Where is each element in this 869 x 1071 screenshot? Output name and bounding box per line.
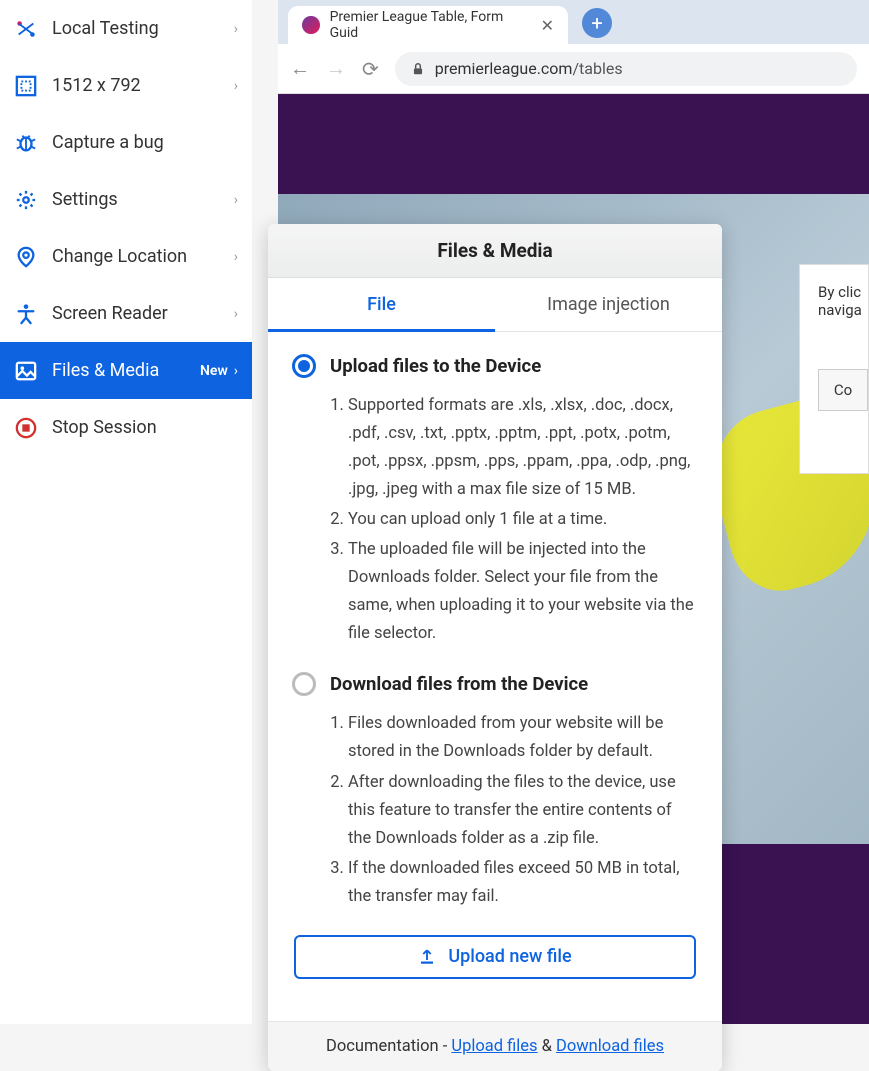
chevron-right-icon: › — [234, 249, 238, 265]
doc-label: Documentation — [326, 1037, 439, 1056]
close-icon[interactable]: ✕ — [541, 16, 554, 35]
sidebar-item-label: Files & Media — [52, 360, 192, 381]
url-domain: premierleague.com — [435, 59, 573, 78]
sidebar-item-change-location[interactable]: Change Location › — [0, 228, 252, 285]
sidebar-item-label: Local Testing — [52, 18, 234, 39]
link-download-files[interactable]: Download files — [556, 1037, 664, 1056]
cookie-text: naviga — [818, 301, 868, 319]
radio-icon[interactable] — [292, 672, 316, 696]
shuffle-icon — [14, 17, 38, 41]
sidebar-item-resolution[interactable]: 1512 x 792 › — [0, 57, 252, 114]
tab-image-injection[interactable]: Image injection — [495, 278, 722, 331]
chevron-right-icon: › — [234, 306, 238, 322]
panel-footer: Documentation - Upload files & Download … — [268, 1021, 722, 1071]
url-path: /tables — [572, 59, 622, 78]
url-bar: ← → ⟳ premierleague.com/tables — [278, 44, 869, 94]
bug-icon — [14, 131, 38, 155]
lock-icon — [411, 62, 425, 76]
sidebar-item-capture-bug[interactable]: Capture a bug — [0, 114, 252, 171]
panel-body: Upload files to the Device Supported for… — [268, 332, 722, 1021]
sidebar-item-settings[interactable]: Settings › — [0, 171, 252, 228]
upload-button-label: Upload new file — [448, 946, 571, 967]
pin-icon — [14, 245, 38, 269]
option-title: Download files from the Device — [330, 673, 588, 695]
radio-icon[interactable] — [292, 354, 316, 378]
sidebar-item-files-media[interactable]: Files & Media New › — [0, 342, 252, 399]
sidebar: Local Testing › 1512 x 792 › Capture a b… — [0, 0, 252, 1024]
option-download[interactable]: Download files from the Device Files dow… — [292, 672, 698, 910]
panel-tabs: File Image injection — [268, 278, 722, 332]
sidebar-item-label: Stop Session — [52, 417, 238, 438]
forward-button[interactable]: → — [326, 56, 346, 81]
new-tab-button[interactable]: + — [582, 8, 612, 38]
back-button[interactable]: ← — [290, 56, 310, 81]
option-details: Supported formats are .xls, .xlsx, .doc,… — [292, 392, 698, 648]
sidebar-item-label: Screen Reader — [52, 303, 234, 324]
upload-new-file-button[interactable]: Upload new file — [294, 935, 696, 979]
browser-tab[interactable]: Premier League Table, Form Guid ✕ — [288, 6, 568, 44]
link-upload-files[interactable]: Upload files — [451, 1037, 537, 1056]
sidebar-item-label: 1512 x 792 — [52, 75, 234, 96]
option-title: Upload files to the Device — [330, 355, 541, 377]
tab-file[interactable]: File — [268, 278, 495, 331]
chevron-right-icon: › — [234, 363, 238, 379]
option-details: Files downloaded from your website will … — [292, 710, 698, 910]
sidebar-item-label: Settings — [52, 189, 234, 210]
upload-icon — [418, 948, 436, 966]
option-upload[interactable]: Upload files to the Device Supported for… — [292, 354, 698, 648]
sidebar-item-local-testing[interactable]: Local Testing › — [0, 0, 252, 57]
cookie-banner: By clic naviga Co — [799, 264, 869, 474]
new-badge: New — [200, 363, 228, 379]
stop-icon — [14, 416, 38, 440]
resize-icon — [14, 74, 38, 98]
sidebar-item-label: Capture a bug — [52, 132, 238, 153]
tab-title: Premier League Table, Form Guid — [330, 9, 531, 41]
sidebar-item-label: Change Location — [52, 246, 234, 267]
url-field[interactable]: premierleague.com/tables — [395, 52, 857, 86]
sidebar-item-stop-session[interactable]: Stop Session — [0, 399, 252, 456]
files-media-panel: Files & Media File Image injection Uploa… — [268, 224, 722, 1071]
tab-strip: Premier League Table, Form Guid ✕ + — [278, 0, 869, 44]
panel-title: Files & Media — [268, 224, 722, 278]
cookie-text: By clic — [818, 283, 868, 301]
cookie-accept-button[interactable]: Co — [818, 369, 868, 411]
sidebar-item-screen-reader[interactable]: Screen Reader › — [0, 285, 252, 342]
gear-icon — [14, 188, 38, 212]
chevron-right-icon: › — [234, 78, 238, 94]
reload-button[interactable]: ⟳ — [362, 57, 379, 81]
image-icon — [14, 359, 38, 383]
accessibility-icon — [14, 302, 38, 326]
chevron-right-icon: › — [234, 21, 238, 37]
chevron-right-icon: › — [234, 192, 238, 208]
favicon-icon — [302, 16, 320, 34]
